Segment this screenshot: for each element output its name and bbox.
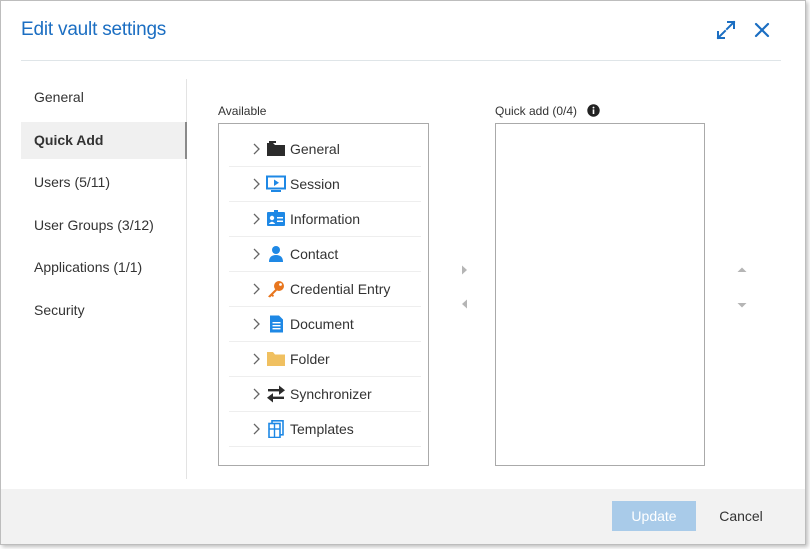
caret-left-icon bbox=[462, 299, 467, 309]
dialog-footer: Update Cancel bbox=[1, 489, 805, 544]
available-item-contact[interactable]: Contact bbox=[229, 237, 421, 272]
available-item-document[interactable]: Document bbox=[229, 307, 421, 342]
chevron-right-icon[interactable] bbox=[251, 423, 261, 435]
close-icon bbox=[754, 22, 770, 38]
move-right-button[interactable] bbox=[459, 264, 471, 276]
available-item-session[interactable]: Session bbox=[229, 167, 421, 202]
sidebar-item-users[interactable]: Users (5/11) bbox=[21, 164, 186, 201]
cancel-button[interactable]: Cancel bbox=[709, 501, 773, 531]
settings-sidebar: General Quick Add Users (5/11) User Grou… bbox=[21, 79, 187, 479]
session-icon bbox=[266, 175, 286, 192]
key-icon bbox=[268, 281, 284, 298]
quick-add-label: Quick add (0/4) bbox=[495, 104, 578, 118]
available-item-templates[interactable]: Templates bbox=[229, 412, 421, 447]
edit-vault-settings-dialog: Edit vault settings General Quick Add Us… bbox=[0, 0, 806, 545]
tree-item-label: Session bbox=[290, 176, 340, 192]
move-left-button[interactable] bbox=[459, 298, 471, 310]
chevron-right-icon[interactable] bbox=[251, 283, 261, 295]
folder-icon bbox=[267, 352, 285, 366]
sidebar-item-general[interactable]: General bbox=[21, 79, 186, 116]
available-item-folder[interactable]: Folder bbox=[229, 342, 421, 377]
chevron-right-icon[interactable] bbox=[251, 318, 261, 330]
tree-item-label: Document bbox=[290, 316, 354, 332]
sidebar-item-security[interactable]: Security bbox=[21, 292, 186, 329]
tree-item-label: General bbox=[290, 141, 340, 157]
sidebar-item-user-groups[interactable]: User Groups (3/12) bbox=[21, 207, 186, 244]
tree-item-label: Contact bbox=[290, 246, 339, 262]
tree-item-label: Credential Entry bbox=[290, 281, 391, 297]
sync-arrows-icon bbox=[267, 385, 285, 403]
templates-icon bbox=[268, 420, 284, 438]
document-icon bbox=[270, 315, 283, 333]
close-button[interactable] bbox=[751, 19, 773, 41]
available-item-synchronizer[interactable]: Synchronizer bbox=[229, 377, 421, 412]
chevron-right-icon[interactable] bbox=[251, 248, 261, 260]
move-up-button[interactable] bbox=[736, 264, 748, 276]
sidebar-item-quick-add[interactable]: Quick Add bbox=[21, 121, 187, 159]
available-item-credential-entry[interactable]: Credential Entry bbox=[229, 272, 421, 307]
header-divider bbox=[21, 60, 781, 61]
caret-down-icon bbox=[737, 303, 747, 308]
caret-right-icon bbox=[462, 265, 467, 275]
dialog-header: Edit vault settings bbox=[1, 1, 805, 61]
available-label: Available bbox=[218, 104, 267, 118]
available-item-general[interactable]: General bbox=[229, 132, 421, 167]
tree-item-label: Templates bbox=[290, 421, 354, 437]
move-down-button[interactable] bbox=[736, 299, 748, 311]
available-list[interactable]: General Session Information Contact Cred… bbox=[218, 123, 429, 466]
quick-add-list[interactable] bbox=[495, 123, 705, 466]
update-button[interactable]: Update bbox=[612, 501, 696, 531]
tree-item-label: Information bbox=[290, 211, 361, 227]
id-card-icon bbox=[267, 210, 285, 226]
expand-icon bbox=[716, 20, 736, 40]
info-icon[interactable] bbox=[587, 104, 600, 117]
dialog-title: Edit vault settings bbox=[21, 19, 167, 40]
tree-item-label: Folder bbox=[290, 351, 330, 367]
chevron-right-icon[interactable] bbox=[251, 213, 261, 225]
sidebar-item-applications[interactable]: Applications (1/1) bbox=[21, 249, 186, 286]
folder-dark-icon bbox=[267, 141, 285, 156]
tree-item-label: Synchronizer bbox=[290, 386, 372, 402]
person-icon bbox=[269, 246, 283, 262]
expand-button[interactable] bbox=[715, 19, 737, 41]
chevron-right-icon[interactable] bbox=[251, 388, 261, 400]
chevron-right-icon[interactable] bbox=[251, 353, 261, 365]
available-item-information[interactable]: Information bbox=[229, 202, 421, 237]
caret-up-icon bbox=[737, 267, 747, 272]
chevron-right-icon[interactable] bbox=[251, 143, 261, 155]
chevron-right-icon[interactable] bbox=[251, 178, 261, 190]
